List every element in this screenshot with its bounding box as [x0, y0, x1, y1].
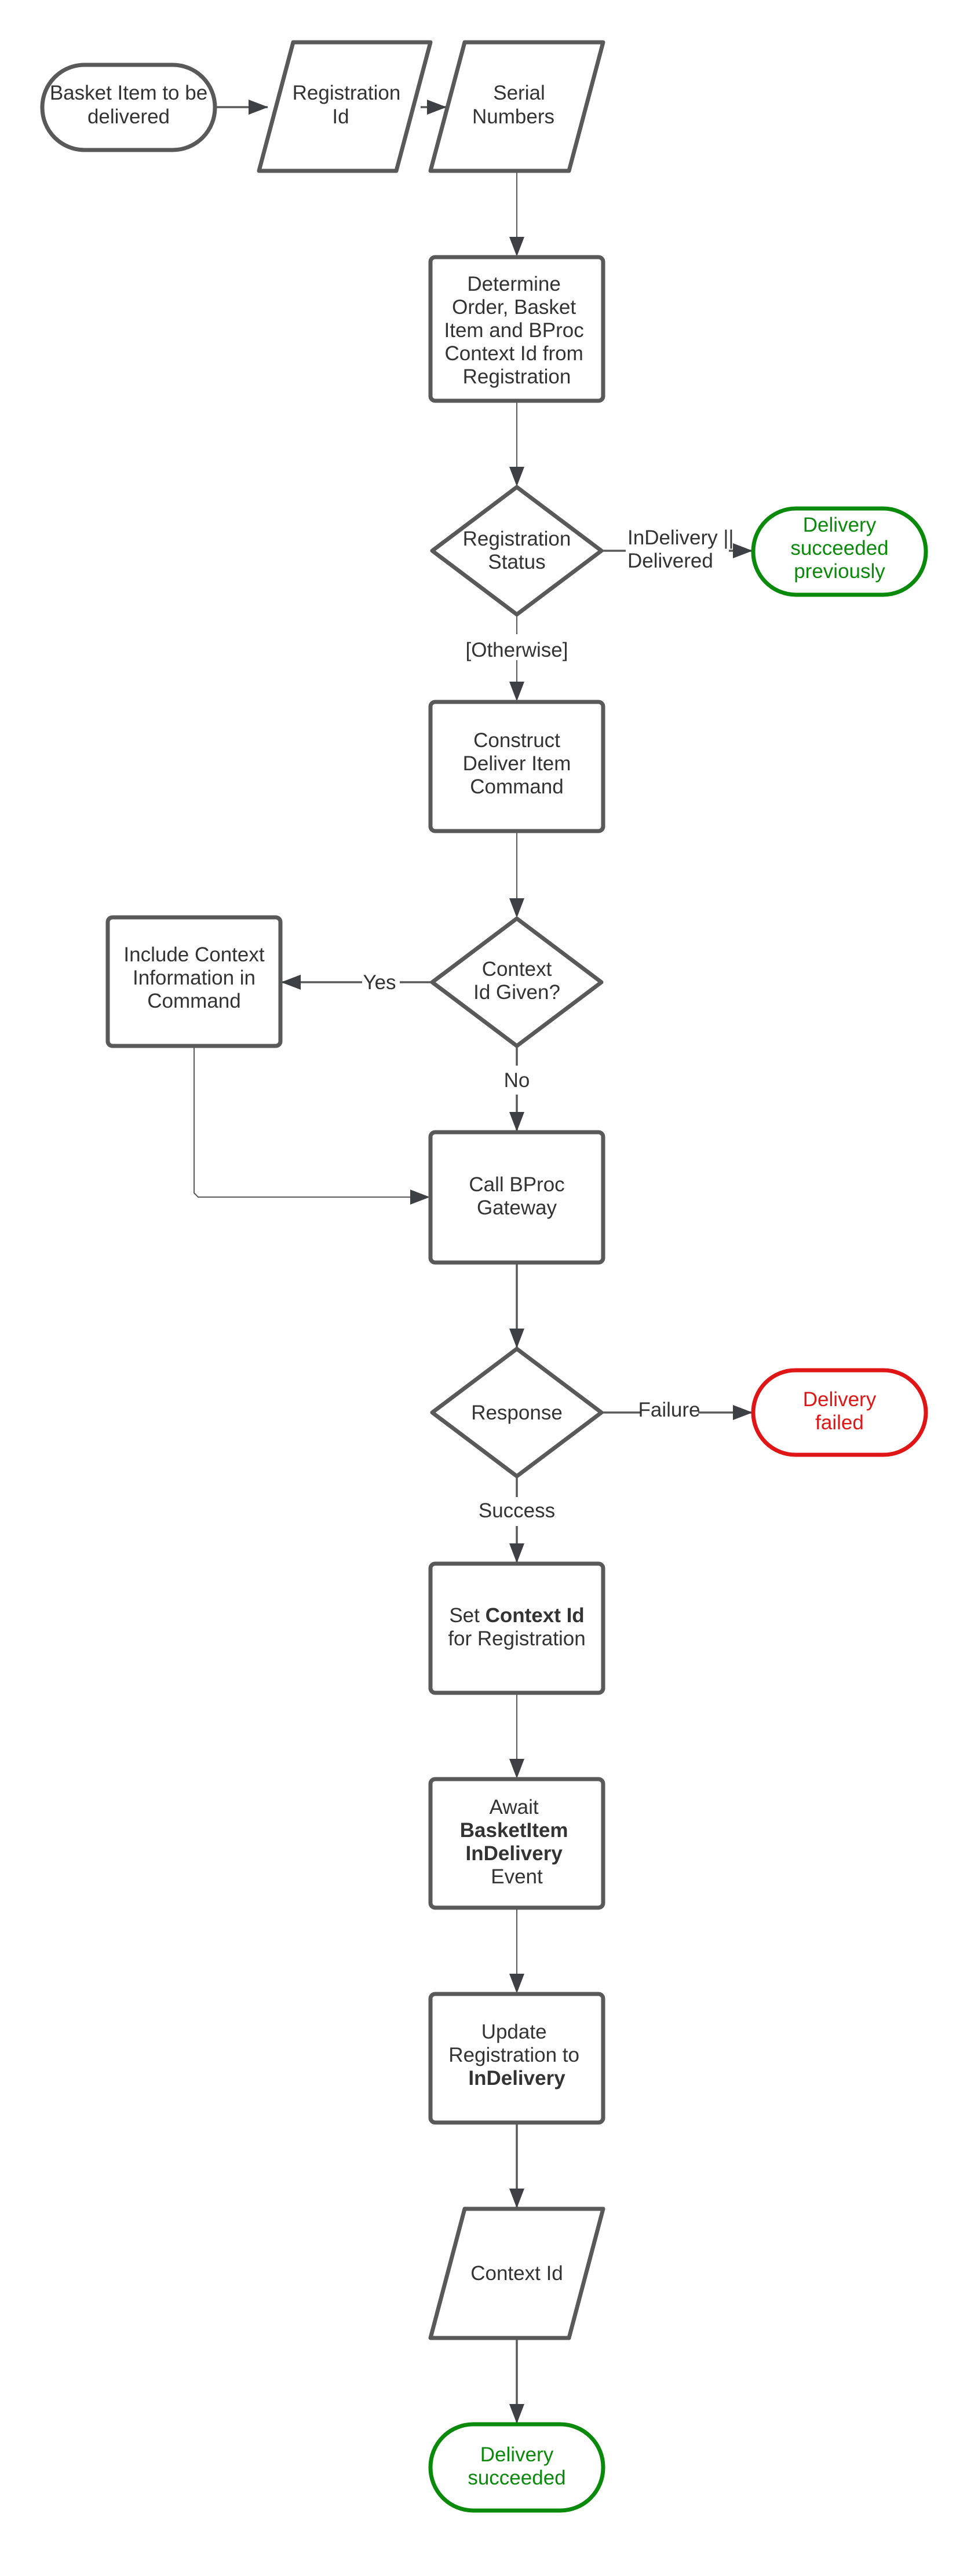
node-text-bold: Context Id	[486, 1604, 585, 1627]
node-await: Await BasketItem InDelivery Event	[428, 1777, 605, 1910]
node-text: Serial	[493, 82, 545, 104]
label-failure: Failure	[638, 1399, 700, 1421]
node-text: Context	[482, 958, 552, 980]
node-text-bold: InDelivery	[465, 1842, 563, 1865]
label-otherwise: [Otherwise]	[466, 639, 568, 661]
svg-text:Set Context Idfor Registration: Set Context Id for Registration	[448, 1604, 585, 1650]
node-set-context: Set Context Id for Registration	[428, 1561, 605, 1695]
node-text: Basket Item to be	[50, 82, 207, 104]
node-text: Registration	[463, 365, 571, 388]
terminal-succeeded-previously: Delivery succeeded previously	[751, 506, 928, 597]
node-text: Registration	[463, 528, 571, 550]
node-update: Update Registration to InDelivery	[428, 1992, 605, 2125]
label-yes: Yes	[363, 971, 396, 994]
svg-text:Deliverysucceededpreviously: Delivery succeeded previously	[790, 514, 888, 583]
node-text: previously	[794, 560, 885, 583]
node-text: Include Context	[123, 943, 264, 966]
svg-text:Deliverysucceeded: Delivery succeeded	[468, 2443, 565, 2489]
label-indelivery-delivered: InDelivery || Delivered	[627, 526, 739, 572]
node-text-bold: BasketItem	[460, 1819, 568, 1842]
node-text: for Registration	[448, 1627, 585, 1650]
node-context-id-output: Context Id	[428, 2207, 605, 2340]
node-text: Information in	[133, 967, 256, 989]
node-text: Event	[491, 1865, 543, 1888]
node-construct: Construct Deliver Item Command	[428, 700, 605, 833]
node-registration-id: Registration Id	[257, 40, 433, 173]
node-text-bold: InDelivery	[468, 2067, 565, 2090]
label-no: No	[504, 1069, 530, 1092]
node-determine: Determine Order, Basket Item and BProc C…	[428, 255, 605, 403]
decision-response: Response	[430, 1346, 604, 1479]
node-text: Command	[147, 990, 240, 1012]
node-text: Delivery	[803, 514, 877, 536]
node-text: Status	[488, 551, 545, 573]
node-text: Determine	[467, 273, 560, 295]
node-serial-numbers: Serial Numbers	[428, 40, 605, 173]
flowchart: InDelivery || Delivered [Otherwise] Yes …	[40, 40, 928, 2513]
node-text: Gateway	[477, 1196, 557, 1219]
svg-text:Call BProcGateway: Call BProc Gateway	[469, 1173, 564, 1219]
terminal-failed: Delivery failed	[751, 1368, 928, 1457]
node-text: Set	[449, 1604, 485, 1627]
svg-text:Context Id: Context Id	[470, 2262, 563, 2285]
terminal-succeeded: Delivery succeeded	[428, 2422, 605, 2513]
node-text: Call BProc	[469, 1173, 564, 1196]
label-line: Delivered	[627, 550, 713, 572]
node-text: succeeded	[468, 2467, 565, 2489]
label-success: Success	[479, 1499, 555, 1522]
label-line: InDelivery ||	[627, 526, 734, 549]
node-text: Update	[481, 2021, 547, 2043]
node-text: Delivery	[480, 2443, 554, 2466]
node-text: failed	[815, 1411, 864, 1434]
node-start: Basket Item to be delivered	[40, 63, 217, 152]
node-include-context: Include Context Information in Command	[105, 915, 283, 1048]
node-text: Response	[471, 1402, 563, 1424]
node-text: delivered	[87, 105, 170, 128]
node-text: Command	[470, 775, 563, 798]
node-text: succeeded	[790, 537, 888, 559]
node-text: Await	[490, 1796, 539, 1818]
decision-registration-status: Registration Status	[430, 485, 604, 617]
svg-text:ConstructDeliver ItemCommand: Construct Deliver Item Command	[463, 729, 571, 798]
node-text: Id	[332, 105, 349, 128]
node-call-gateway: Call BProc Gateway	[428, 1130, 605, 1265]
svg-text:Response: Response	[471, 1402, 563, 1424]
node-text: Context Id	[470, 2262, 563, 2285]
node-text: Id Given?	[473, 981, 560, 1004]
node-text: Item and BProc	[444, 319, 584, 342]
node-text: Registration to	[448, 2044, 579, 2066]
node-text: Registration	[293, 82, 401, 104]
node-text: Numbers	[472, 105, 554, 128]
node-text: Construct	[473, 729, 560, 752]
svg-text:ContextId Given?: Context Id Given?	[473, 958, 560, 1004]
decision-context-given: Context Id Given?	[430, 916, 604, 1048]
edge-include-to-call	[194, 1047, 430, 1205]
node-text: Context Id from	[445, 342, 583, 365]
node-text: Delivery	[803, 1388, 877, 1411]
node-text: Deliver Item	[463, 752, 571, 775]
node-text: Order, Basket	[452, 296, 576, 319]
